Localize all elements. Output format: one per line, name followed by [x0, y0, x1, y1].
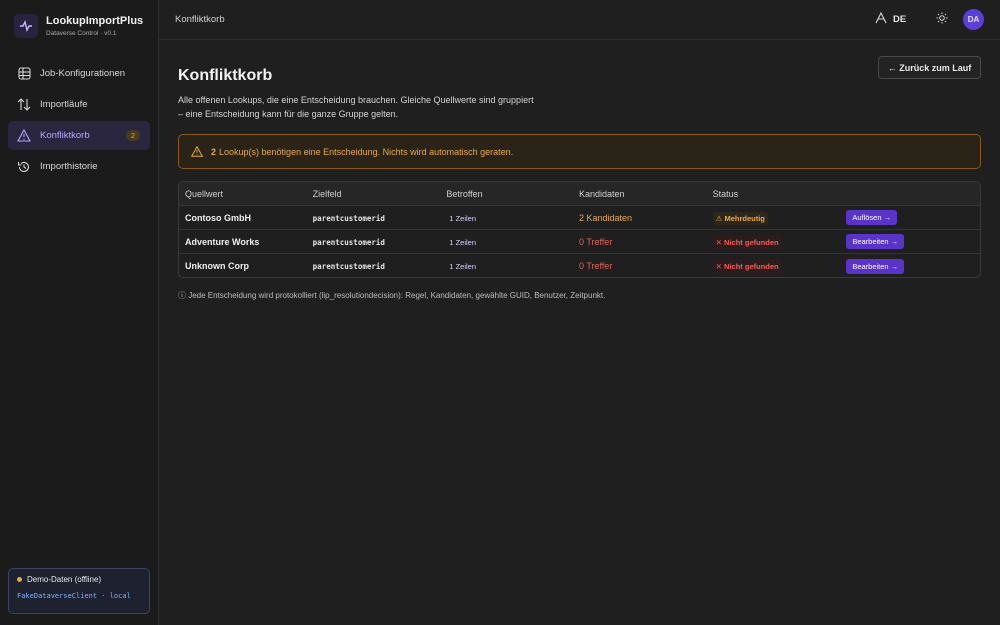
conflict-table: Quellwert Zielfeld Betroffen Kandidaten …	[178, 181, 981, 278]
sidebar-item-label: Importhistorie	[40, 161, 98, 172]
target-field: parentcustomerid	[312, 262, 385, 271]
sidebar-item-job-konfigurationen[interactable]: Job-Konfigurationen	[8, 59, 150, 88]
sidebar-item-importlaeufe[interactable]: Importläufe	[8, 90, 150, 119]
status-badge: ✕ Nicht gefunden	[712, 260, 782, 273]
affected-rows: 1 Zeilen	[449, 213, 477, 223]
conflict-count-badge: 2	[125, 130, 140, 141]
app-logo-icon	[14, 14, 38, 38]
source-value: Unknown Corp	[185, 261, 249, 271]
back-to-run-button[interactable]: ← Zurück zum Lauf	[878, 56, 981, 79]
table-row: Unknown Corp parentcustomerid 1 Zeilen 0…	[179, 254, 980, 277]
source-value: Adventure Works	[185, 236, 260, 247]
table-row: Contoso GmbH parentcustomerid 1 Zeilen 2…	[179, 206, 980, 230]
target-field: parentcustomerid	[312, 213, 385, 223]
source-value: Contoso GmbH	[185, 212, 251, 223]
target-field: parentcustomerid	[312, 237, 385, 247]
demo-data-panel: Demo-Daten (offline) FakeDataverseClient…	[8, 568, 150, 614]
sidebar-item-konfliktkorb[interactable]: Konfliktkorb 2	[8, 121, 150, 150]
sidebar-item-label: Konfliktkorb	[40, 130, 90, 141]
translate-icon	[875, 11, 887, 27]
history-icon	[16, 159, 32, 175]
demo-label: Demo-Daten (offline)	[27, 575, 102, 584]
grid-icon	[16, 66, 32, 82]
sidebar: LookupImportPlus Dataverse Control · v0.…	[0, 0, 159, 625]
page-title: Konfliktkorb	[178, 67, 273, 84]
theme-toggle-button[interactable]	[934, 11, 950, 27]
app-subtitle: Dataverse Control · v0.1	[46, 30, 117, 37]
sidebar-item-label: Importläufe	[40, 99, 88, 110]
warning-count: 2	[211, 146, 217, 157]
affected-rows: 1 Zeilen	[449, 262, 477, 271]
column-header-candidates: Kandidaten	[579, 188, 625, 199]
audit-footnote: ⓘ Jede Entscheidung wird protokolliert (…	[178, 291, 606, 300]
sidebar-item-label: Job-Konfigurationen	[40, 68, 126, 79]
resolve-button[interactable]: Auflösen →	[846, 210, 898, 225]
status-badge: ⚠ Mehrdeutig	[712, 211, 768, 225]
column-header-affected: Betroffen	[446, 188, 483, 199]
status-dot	[17, 577, 22, 582]
breadcrumb: Konfliktkorb	[175, 14, 225, 25]
brand: LookupImportPlus Dataverse Control · v0.…	[14, 14, 143, 38]
table-row: Adventure Works parentcustomerid 1 Zeile…	[179, 230, 980, 254]
column-header-field: Zielfeld	[312, 188, 342, 199]
candidates-count: 0 Treffer	[579, 261, 613, 271]
page-description: Alle offenen Lookups, die eine Entscheid…	[178, 95, 534, 119]
warning-icon	[16, 128, 32, 144]
column-header-status: Status	[712, 188, 739, 199]
demo-client-label: FakeDataverseClient · local	[17, 592, 131, 600]
affected-rows: 1 Zeilen	[449, 237, 477, 247]
column-header-source: Quellwert	[185, 188, 224, 199]
candidates-count: 2 Kandidaten	[579, 212, 633, 223]
warning-text: Lookup(s) benötigen eine Entscheidung. N…	[219, 146, 514, 157]
topbar: Konfliktkorb DE DA	[159, 0, 1000, 40]
warning-icon	[191, 146, 203, 157]
arrows-updown-icon	[16, 97, 32, 113]
language-label: DE	[893, 14, 907, 25]
language-switcher[interactable]: DE	[875, 11, 907, 27]
table-header: Quellwert Zielfeld Betroffen Kandidaten …	[179, 182, 980, 206]
warning-banner: 2 Lookup(s) benötigen eine Entscheidung.…	[178, 134, 981, 169]
avatar[interactable]: DA	[963, 9, 984, 30]
app-title: LookupImportPlus	[46, 15, 144, 27]
sun-icon	[936, 12, 948, 27]
status-badge: ✕ Nicht gefunden	[712, 235, 782, 249]
candidates-count: 0 Treffer	[579, 236, 613, 247]
edit-button[interactable]: Bearbeiten →	[846, 234, 905, 249]
sidebar-nav: Job-Konfigurationen Importläufe Konflikt…	[8, 59, 150, 183]
edit-button[interactable]: Bearbeiten →	[846, 258, 905, 274]
sidebar-item-importhistorie[interactable]: Importhistorie	[8, 152, 150, 181]
